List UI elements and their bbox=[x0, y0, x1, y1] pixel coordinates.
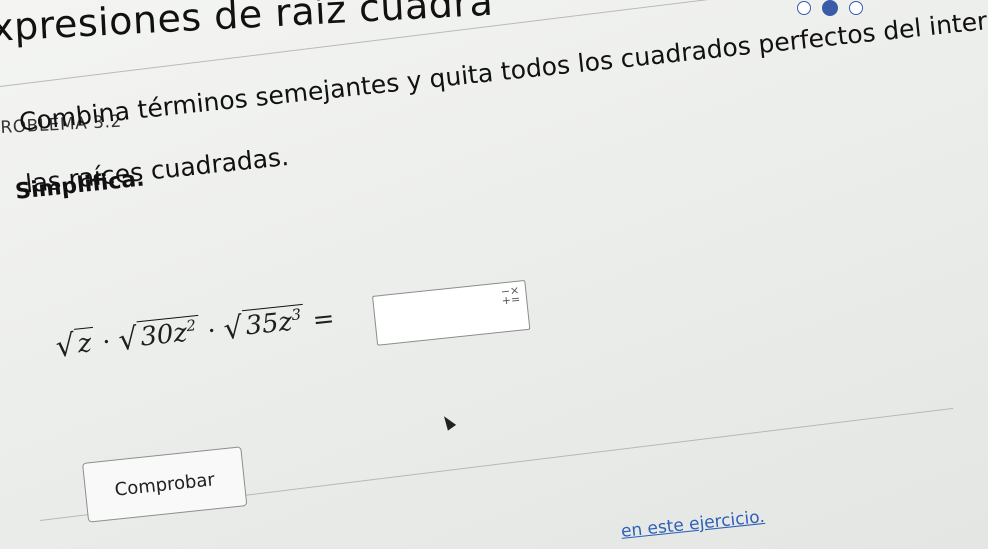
multiply-dot: · bbox=[206, 316, 218, 347]
radicand-2: 30z2 bbox=[136, 314, 202, 354]
radical-2: √ 30z2 bbox=[116, 314, 202, 359]
radicand-3-exponent: 3 bbox=[290, 305, 302, 325]
radicand-2-base: 30z bbox=[138, 317, 189, 353]
sqrt-icon: √ bbox=[53, 327, 77, 365]
check-button[interactable]: Comprobar bbox=[82, 446, 248, 523]
exercise-link[interactable]: en este ejercicio. bbox=[620, 507, 766, 542]
radicand-2-exponent: 2 bbox=[185, 316, 197, 336]
equation: √ z · √ 30z2 · √ 35z3 = bbox=[53, 301, 336, 365]
radical-3: √ 35z3 bbox=[221, 303, 307, 348]
radicand-1: z bbox=[74, 326, 97, 361]
radicand-3: 35z3 bbox=[241, 303, 307, 343]
multiply-dot: · bbox=[100, 327, 113, 358]
radical-1: √ z bbox=[53, 326, 97, 365]
sqrt-icon: √ bbox=[221, 310, 245, 348]
math-tools-icon[interactable]: −× += bbox=[500, 284, 521, 308]
math-tools-bottom: += bbox=[501, 292, 521, 308]
radicand-3-base: 35z bbox=[244, 306, 294, 342]
page-title: xpresiones de raíz cuadra bbox=[0, 0, 495, 50]
answer-input[interactable]: −× += bbox=[372, 279, 531, 346]
sqrt-icon: √ bbox=[116, 321, 140, 359]
mouse-pointer-icon bbox=[439, 413, 457, 431]
equals-sign: = bbox=[311, 303, 336, 336]
